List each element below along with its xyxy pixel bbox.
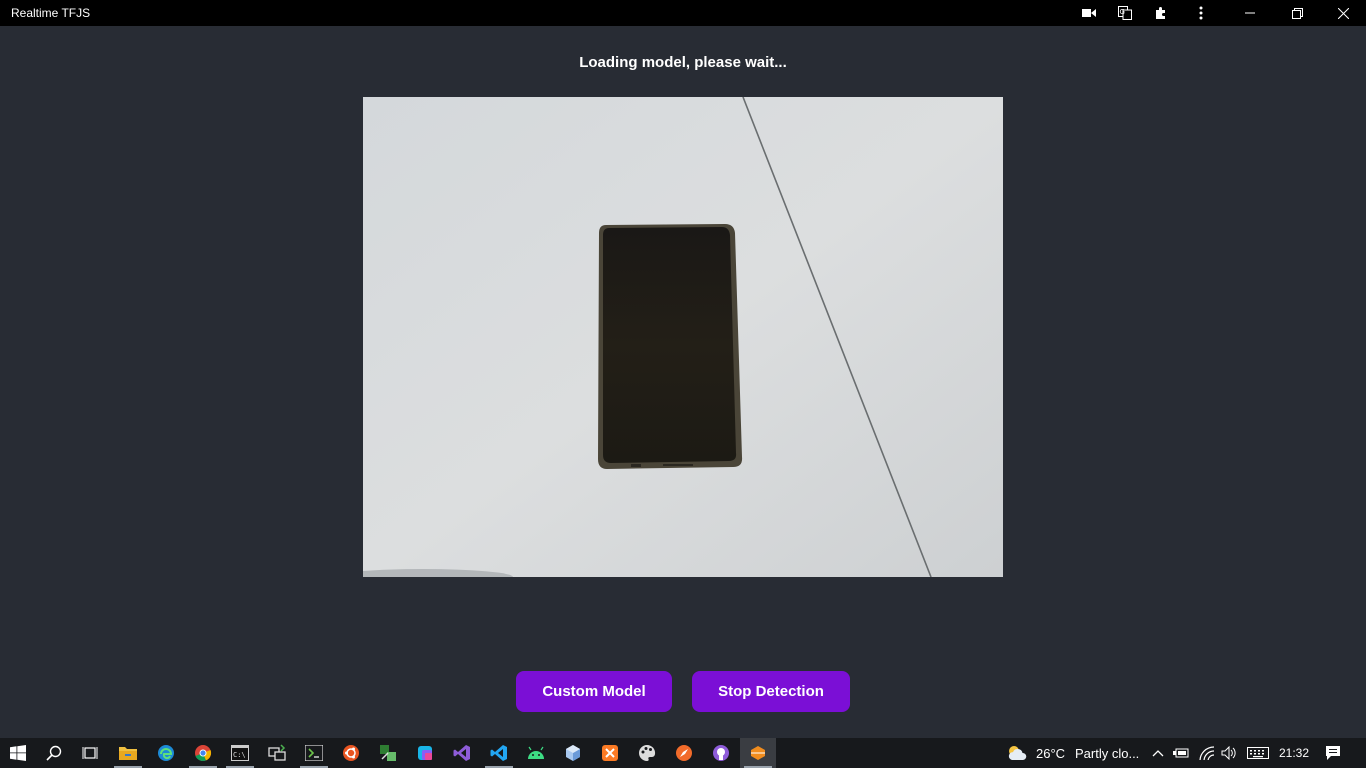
chrome-icon[interactable]	[185, 738, 221, 768]
editor-icon[interactable]	[296, 738, 332, 768]
more-icon[interactable]	[1183, 0, 1219, 26]
camera-feed-image	[363, 97, 1003, 577]
terminal-icon[interactable]: C:\	[222, 738, 258, 768]
android-icon[interactable]	[518, 738, 554, 768]
vscode-icon[interactable]	[481, 738, 517, 768]
tool-icon[interactable]	[370, 738, 406, 768]
volume-icon[interactable]	[1218, 738, 1240, 768]
restore-icon[interactable]	[1279, 0, 1315, 26]
title-bar: Realtime TFJS G	[0, 0, 1366, 26]
app-icon[interactable]	[740, 738, 776, 768]
notification-icon[interactable]	[1322, 738, 1344, 768]
task-view-icon[interactable]	[72, 738, 108, 768]
compass-icon[interactable]	[666, 738, 702, 768]
edge-icon[interactable]	[148, 738, 184, 768]
xampp-icon[interactable]	[592, 738, 628, 768]
weather-icon[interactable]	[1004, 738, 1030, 768]
wifi-icon[interactable]	[1196, 738, 1218, 768]
file-explorer-icon[interactable]	[110, 738, 146, 768]
battery-icon[interactable]	[1170, 738, 1192, 768]
clock[interactable]: 21:32	[1279, 746, 1309, 760]
webcam-video	[363, 97, 1003, 577]
windows-start-icon[interactable]	[0, 738, 36, 768]
loading-status: Loading model, please wait...	[579, 54, 787, 71]
minimize-icon[interactable]	[1232, 0, 1268, 26]
extensions-icon[interactable]	[1143, 0, 1179, 26]
github-icon[interactable]	[703, 738, 739, 768]
cube-icon[interactable]	[407, 738, 443, 768]
weather-temp: 26°C	[1036, 746, 1066, 761]
visual-studio-icon[interactable]	[444, 738, 480, 768]
remote-icon[interactable]	[259, 738, 295, 768]
translate-icon[interactable]: G	[1107, 0, 1143, 26]
ubuntu-icon[interactable]	[333, 738, 369, 768]
window-title: Realtime TFJS	[11, 6, 91, 20]
weather-desc[interactable]: Partly clo...	[1075, 746, 1139, 761]
search-icon[interactable]	[36, 738, 72, 768]
close-icon[interactable]	[1325, 0, 1361, 26]
stop-detection-button[interactable]: Stop Detection	[692, 671, 850, 712]
camera-icon[interactable]	[1071, 0, 1107, 26]
chevron-up-icon[interactable]	[1147, 738, 1169, 768]
taskbar: C:\ 26°C Partly clo... 21:32	[0, 738, 1366, 768]
paint-icon[interactable]	[629, 738, 665, 768]
custom-model-button[interactable]: Custom Model	[516, 671, 672, 712]
keyboard-icon[interactable]	[1245, 738, 1271, 768]
box-icon[interactable]	[555, 738, 591, 768]
svg-text:G: G	[1120, 8, 1125, 16]
svg-text:C:\: C:\	[233, 751, 246, 759]
